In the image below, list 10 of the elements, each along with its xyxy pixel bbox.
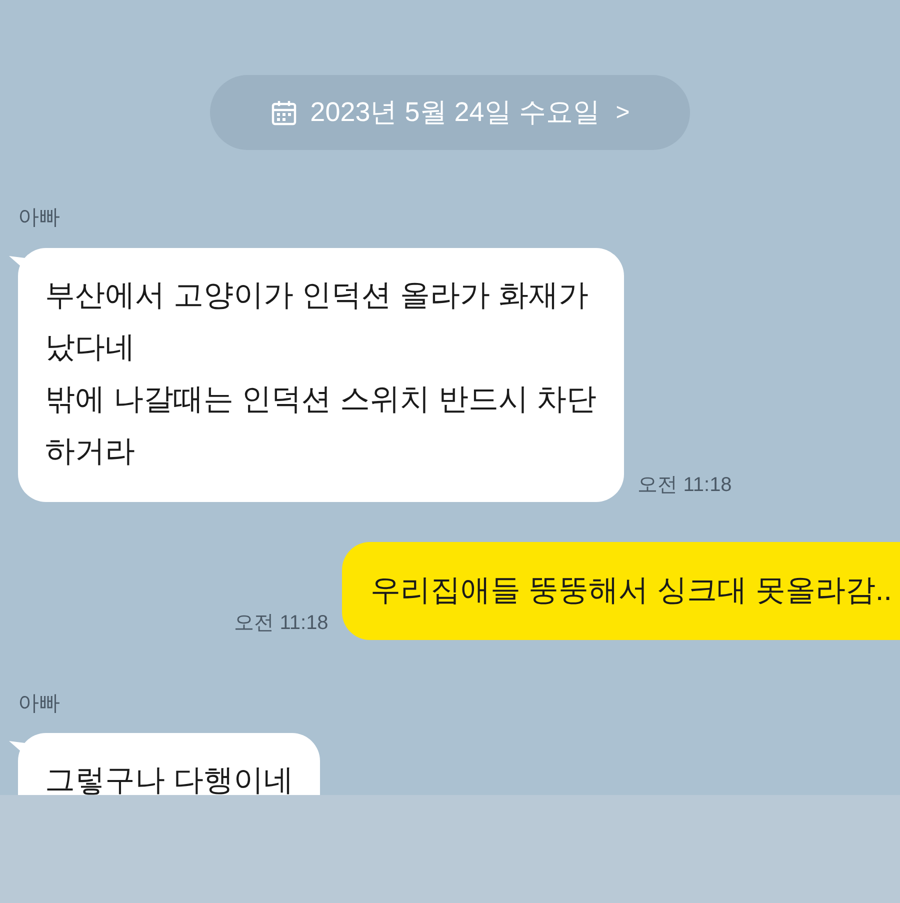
message-time: 오전 11:18 (638, 472, 732, 498)
sender-name: 아빠 (18, 205, 60, 231)
calendar-icon (270, 98, 298, 126)
chevron: > (616, 98, 630, 128)
message-time: 오전 11:18 (234, 610, 328, 636)
date-label: 2023년 5월 24일 수요일 (310, 96, 600, 130)
sender-name: 아빠 (18, 690, 60, 716)
message-bubble: 그렇구나 다행이네 (18, 733, 320, 795)
message-bubble: 우리집애들 뚱뚱해서 싱크대 못올라감.. (342, 542, 900, 640)
message-bubble: 부산에서 고양이가 인덕션 올라가 화재가 났다네 밖에 나갈때는 인덕션 스위치 반드시 차단 하거라 (18, 248, 624, 502)
